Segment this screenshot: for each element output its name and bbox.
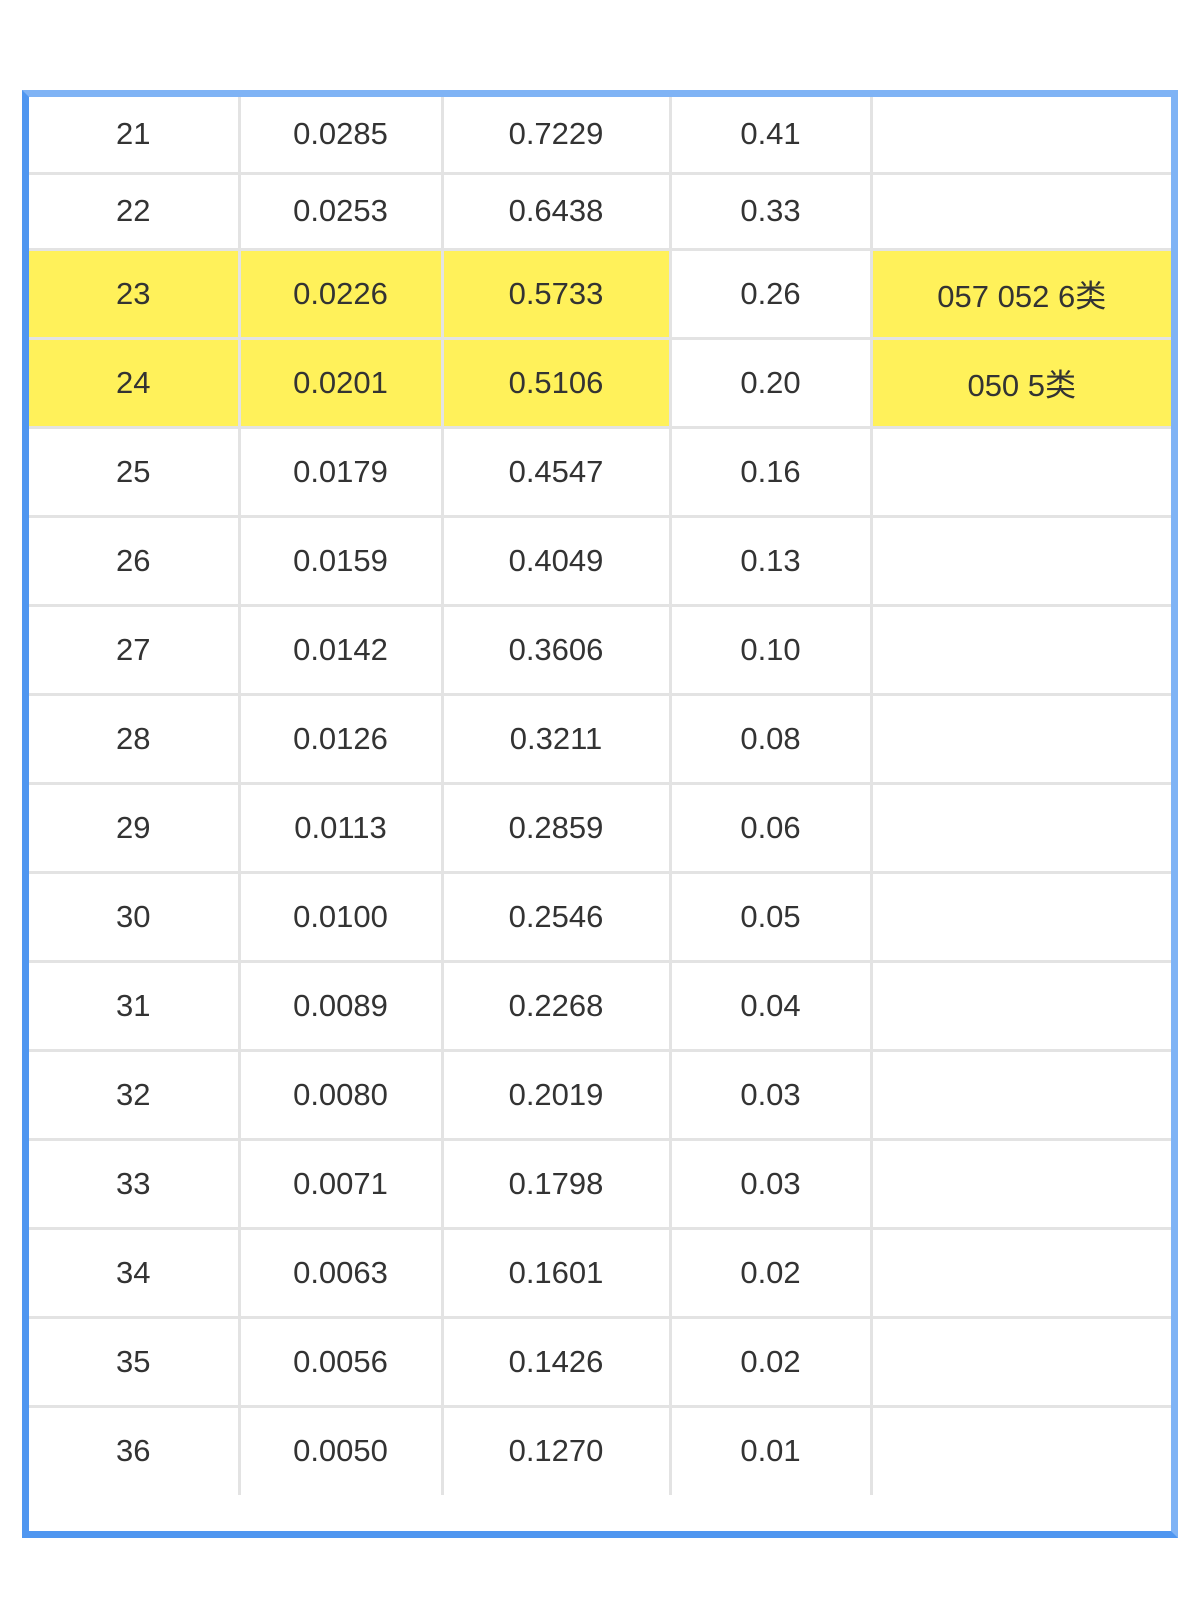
table-cell: 0.2546 (442, 872, 672, 963)
table-row: 28 0.0126 0.3211 0.08 (29, 694, 1171, 785)
table-cell (871, 516, 1171, 607)
table-cell (871, 1139, 1171, 1230)
table-cell: 0.1798 (442, 1139, 672, 1230)
table-cell: 32 (29, 1050, 241, 1141)
table-cell: 0.0285 (239, 97, 444, 175)
table-cell: 0.2859 (442, 783, 672, 874)
table-cell (871, 1317, 1171, 1408)
table-cell: 0.0179 (239, 427, 444, 518)
table-cell: 23 (29, 249, 241, 340)
table-row: 24 0.0201 0.5106 0.20 050 5类 (29, 338, 1171, 429)
table-row: 33 0.0071 0.1798 0.03 (29, 1139, 1171, 1230)
table-cell: 0.1426 (442, 1317, 672, 1408)
table-cell: 0.0056 (239, 1317, 444, 1408)
table-cell: 0.3211 (442, 694, 672, 785)
table-row: 35 0.0056 0.1426 0.02 (29, 1317, 1171, 1408)
table-cell (871, 783, 1171, 874)
table-cell: 24 (29, 338, 241, 429)
table-cell (871, 97, 1171, 175)
table-cell: 0.7229 (442, 97, 672, 175)
table-cell: 35 (29, 1317, 241, 1408)
table-row: 21 0.0285 0.7229 0.41 (29, 97, 1171, 175)
table-cell: 27 (29, 605, 241, 696)
table-cell: 0.02 (670, 1228, 873, 1319)
table-cell: 30 (29, 872, 241, 963)
table-cell: 0.1601 (442, 1228, 672, 1319)
table-cell: 0.5106 (442, 338, 672, 429)
table-cell: 0.0159 (239, 516, 444, 607)
table-cell: 0.0201 (239, 338, 444, 429)
table-cell: 0.06 (670, 783, 873, 874)
table-cell: 0.0050 (239, 1406, 444, 1495)
table-cell: 0.0089 (239, 961, 444, 1052)
table-cell (871, 1228, 1171, 1319)
table-cell: 0.0226 (239, 249, 444, 340)
table-cell (871, 1406, 1171, 1495)
table-frame: 21 0.0285 0.7229 0.41 22 0.0253 0.6438 0.33 23 0.… (22, 90, 1178, 1538)
table-row: 31 0.0089 0.2268 0.04 (29, 961, 1171, 1052)
table-cell: 0.0142 (239, 605, 444, 696)
table-cell: 29 (29, 783, 241, 874)
table-cell (871, 605, 1171, 696)
table-cell: 0.05 (670, 872, 873, 963)
table-row: 29 0.0113 0.2859 0.06 (29, 783, 1171, 874)
table-cell: 0.13 (670, 516, 873, 607)
table-cell: 34 (29, 1228, 241, 1319)
table-cell: 0.6438 (442, 173, 672, 251)
table-cell: 0.03 (670, 1139, 873, 1230)
table-cell: 0.4547 (442, 427, 672, 518)
table-cell: 0.1270 (442, 1406, 672, 1495)
table-row: 27 0.0142 0.3606 0.10 (29, 605, 1171, 696)
table-cell: 0.5733 (442, 249, 672, 340)
table-cell: 21 (29, 97, 241, 175)
table-row: 26 0.0159 0.4049 0.13 (29, 516, 1171, 607)
table-cell: 0.3606 (442, 605, 672, 696)
table-cell: 0.0126 (239, 694, 444, 785)
table-cell (871, 872, 1171, 963)
table-cell (871, 427, 1171, 518)
table-body: 21 0.0285 0.7229 0.41 22 0.0253 0.6438 0.33 23 0.… (29, 97, 1171, 1495)
table-row: 23 0.0226 0.5733 0.26 057 052 6类 (29, 249, 1171, 340)
table-cell: 0.0080 (239, 1050, 444, 1141)
table-cell: 0.2268 (442, 961, 672, 1052)
table-row: 22 0.0253 0.6438 0.33 (29, 173, 1171, 251)
table-cell (871, 694, 1171, 785)
data-table: 21 0.0285 0.7229 0.41 22 0.0253 0.6438 0.33 23 0.… (29, 97, 1171, 1495)
table-cell: 36 (29, 1406, 241, 1495)
table-row: 30 0.0100 0.2546 0.05 (29, 872, 1171, 963)
table-cell: 050 5类 (871, 338, 1171, 429)
table-cell: 33 (29, 1139, 241, 1230)
table-row: 36 0.0050 0.1270 0.01 (29, 1406, 1171, 1495)
table-cell (871, 173, 1171, 251)
table-cell: 0.26 (670, 249, 873, 340)
table-cell: 0.0113 (239, 783, 444, 874)
table-cell (871, 1050, 1171, 1141)
table-cell: 28 (29, 694, 241, 785)
table-cell: 26 (29, 516, 241, 607)
table-cell: 0.01 (670, 1406, 873, 1495)
table-cell: 057 052 6类 (871, 249, 1171, 340)
table-cell: 0.08 (670, 694, 873, 785)
table-row: 34 0.0063 0.1601 0.02 (29, 1228, 1171, 1319)
table-cell: 0.4049 (442, 516, 672, 607)
table-cell: 0.0071 (239, 1139, 444, 1230)
table-cell: 0.0063 (239, 1228, 444, 1319)
table-row: 32 0.0080 0.2019 0.03 (29, 1050, 1171, 1141)
table-cell: 0.10 (670, 605, 873, 696)
table-cell: 0.04 (670, 961, 873, 1052)
table-cell: 22 (29, 173, 241, 251)
table-cell (871, 961, 1171, 1052)
table-cell: 0.20 (670, 338, 873, 429)
table-cell: 0.41 (670, 97, 873, 175)
table-cell: 0.2019 (442, 1050, 672, 1141)
table-cell: 0.16 (670, 427, 873, 518)
table-row: 25 0.0179 0.4547 0.16 (29, 427, 1171, 518)
table-cell: 0.02 (670, 1317, 873, 1408)
table-cell: 0.0100 (239, 872, 444, 963)
table-cell: 0.33 (670, 173, 873, 251)
table-cell: 25 (29, 427, 241, 518)
table-cell: 0.0253 (239, 173, 444, 251)
table-cell: 31 (29, 961, 241, 1052)
table-cell: 0.03 (670, 1050, 873, 1141)
